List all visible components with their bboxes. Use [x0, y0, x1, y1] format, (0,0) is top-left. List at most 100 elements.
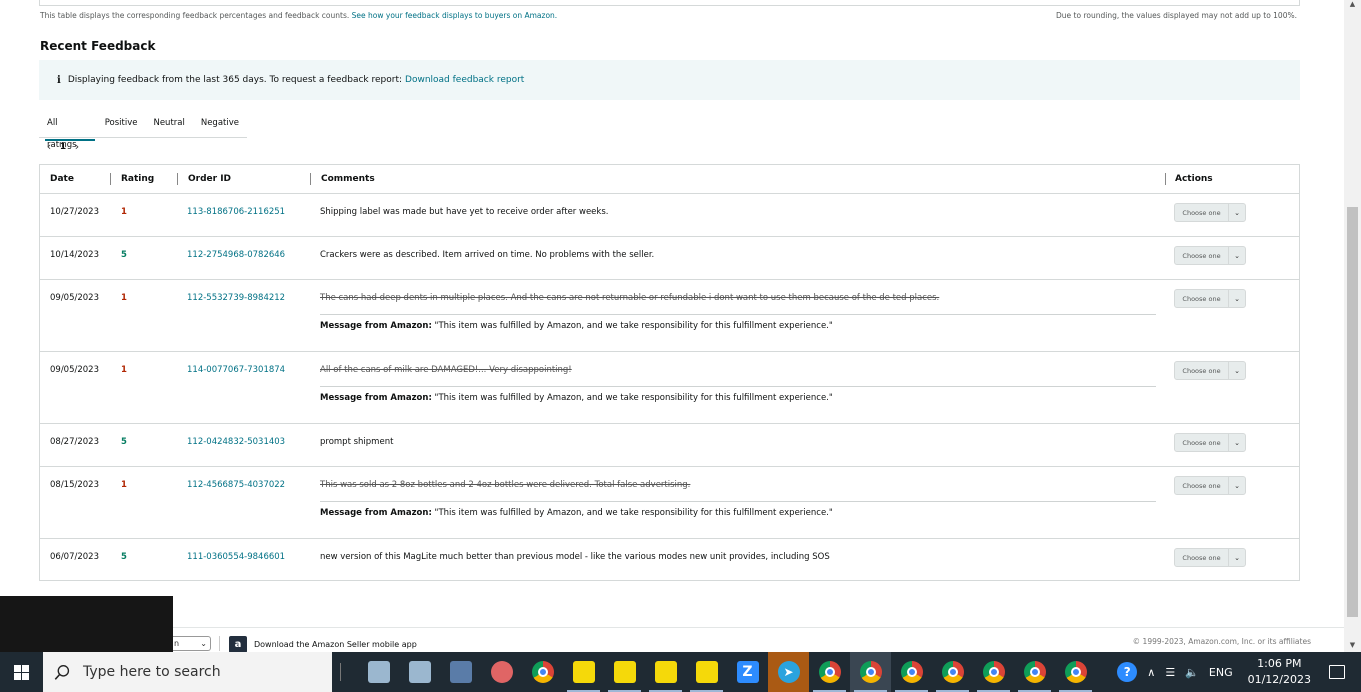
start-button[interactable] — [0, 652, 43, 692]
table-note-text: This table displays the corresponding fe… — [40, 11, 350, 20]
taskbar-chrome[interactable] — [522, 652, 563, 692]
language-indicator[interactable]: ENG — [1209, 666, 1233, 679]
action-dropdown[interactable]: Choose one ⌄ — [1174, 246, 1246, 265]
feedback-rating: 5 — [121, 250, 127, 260]
action-label: Choose one — [1182, 553, 1221, 562]
tab-negative[interactable]: Negative — [193, 112, 247, 137]
feedback-comment: prompt shipment — [320, 437, 394, 447]
table-note: This table displays the corresponding fe… — [40, 11, 557, 20]
page-scrollbar[interactable]: ▲ ▼ — [1344, 0, 1361, 652]
order-id-link[interactable]: 113-8186706-2116251 — [187, 207, 285, 217]
clock[interactable]: 1:06 PM 01/12/2023 — [1248, 656, 1311, 688]
zoom-icon: Z — [736, 661, 759, 683]
chrome-icon — [1064, 661, 1087, 683]
message-prefix: Message from Amazon: — [320, 321, 432, 331]
taskbar-chrome-8[interactable] — [1055, 652, 1096, 692]
col-divider — [110, 173, 111, 185]
chevron-down-icon: ⌄ — [200, 639, 207, 648]
next-page-icon[interactable]: › — [71, 140, 83, 153]
feedback-date: 08/27/2023 — [50, 437, 99, 447]
order-id-link[interactable]: 112-5532739-8984212 — [187, 293, 285, 303]
help-icon[interactable]: ? — [1117, 662, 1138, 682]
feedback-display-link[interactable]: See how your feedback displays to buyers… — [352, 11, 558, 20]
language-select[interactable]: n ⌄ — [171, 636, 211, 651]
scroll-up-icon[interactable]: ▲ — [1344, 0, 1361, 14]
copyright: © 1999-2023, Amazon.com, Inc. or its aff… — [1132, 637, 1311, 646]
current-page[interactable]: 1 — [55, 142, 71, 152]
taskbar-chrome-7[interactable] — [1014, 652, 1055, 692]
chevron-up-icon[interactable]: ∧ — [1147, 666, 1155, 679]
order-id-link[interactable]: 112-0424832-5031403 — [187, 437, 285, 447]
calculator-icon — [449, 661, 472, 683]
chevron-down-icon: ⌄ — [1234, 366, 1240, 375]
feedback-date: 09/05/2023 — [50, 365, 99, 375]
chevron-down-icon: ⌄ — [1234, 208, 1240, 217]
action-dropdown[interactable]: Choose one ⌄ — [1174, 361, 1246, 380]
taskbar-search[interactable]: Type here to search — [43, 652, 332, 692]
col-order-id[interactable]: Order ID — [188, 165, 231, 193]
volume-icon[interactable]: 🔈 — [1185, 666, 1199, 679]
action-dropdown[interactable]: Choose one ⌄ — [1174, 203, 1246, 222]
chevron-down-icon: ⌄ — [1234, 251, 1240, 260]
col-date[interactable]: Date — [50, 165, 74, 193]
network-icon[interactable]: ☰ — [1165, 666, 1175, 679]
feedback-date: 09/05/2023 — [50, 293, 99, 303]
action-dropdown[interactable]: Choose one ⌄ — [1174, 289, 1246, 308]
order-id-link[interactable]: 112-4566875-4037022 — [187, 480, 285, 490]
feedback-table: Date Rating Order ID Comments Actions 1 0… — [39, 164, 1300, 581]
action-dropdown[interactable]: Choose one ⌄ — [1174, 433, 1246, 452]
mobile-app-link[interactable]: a Download the Amazon Seller mobile app — [229, 636, 417, 652]
overlay-panel — [0, 596, 173, 652]
download-report-link[interactable]: Download feedback report — [405, 75, 524, 85]
prev-page-icon[interactable]: ‹ — [43, 140, 55, 153]
taskbar-chrome-3[interactable] — [850, 652, 891, 692]
taskbar-chrome-2[interactable] — [809, 652, 850, 692]
taskbar-paint[interactable] — [481, 652, 522, 692]
action-dropdown[interactable]: Choose one ⌄ — [1174, 548, 1246, 567]
message-text: "This item was fulfilled by Amazon, and … — [434, 393, 833, 403]
notification-icon[interactable] — [1329, 665, 1345, 679]
chevron-down-icon: ⌄ — [1234, 553, 1240, 562]
scroll-thumb[interactable] — [1347, 207, 1358, 617]
tab-positive[interactable]: Positive — [97, 112, 146, 137]
taskbar-telegram[interactable]: ➤ — [768, 652, 809, 692]
action-label: Choose one — [1182, 366, 1221, 375]
feedback-rating: 1 — [121, 365, 127, 375]
col-rating[interactable]: Rating — [121, 165, 154, 193]
notepad-icon — [408, 661, 431, 683]
feedback-rating: 1 — [121, 293, 127, 303]
tab-all-ratings[interactable]: All ratings — [39, 112, 97, 150]
taskbar-notepad-2[interactable] — [399, 652, 440, 692]
table-row: 09/05/2023 1 112-5532739-8984212 The cans h… — [40, 280, 1299, 352]
tab-neutral[interactable]: Neutral — [145, 112, 192, 137]
taskbar-chrome-4[interactable] — [891, 652, 932, 692]
taskbar-chrome-5[interactable] — [932, 652, 973, 692]
feedback-comment: Shipping label was made but have yet to … — [320, 207, 609, 217]
windows-logo-icon — [14, 664, 29, 680]
taskbar-zoom[interactable]: Z — [727, 652, 768, 692]
taskbar-sticky-2[interactable] — [604, 652, 645, 692]
action-label: Choose one — [1182, 294, 1221, 303]
feedback-rating: 1 — [121, 207, 127, 217]
taskbar-sticky-3[interactable] — [645, 652, 686, 692]
paint-icon — [490, 661, 513, 683]
taskbar-chrome-6[interactable] — [973, 652, 1014, 692]
feedback-rating: 5 — [121, 552, 127, 562]
table-row: 08/27/2023 5 112-0424832-5031403 prompt shi… — [40, 424, 1299, 467]
action-dropdown[interactable]: Choose one ⌄ — [1174, 476, 1246, 495]
scroll-down-icon[interactable]: ▼ — [1344, 638, 1361, 652]
message-prefix: Message from Amazon: — [320, 393, 432, 403]
feedback-comment: Crackers were as described. Item arrived… — [320, 250, 655, 260]
taskbar-sticky-1[interactable] — [563, 652, 604, 692]
previous-panel-edge — [39, 0, 1300, 6]
message-divider — [320, 314, 1156, 315]
taskbar-calculator[interactable] — [440, 652, 481, 692]
order-id-link[interactable]: 111-0360554-9846601 — [187, 552, 285, 562]
amazon-message: Message from Amazon: "This item was fulf… — [320, 321, 833, 331]
taskbar-notepad[interactable] — [358, 652, 399, 692]
taskbar-sticky-4[interactable] — [686, 652, 727, 692]
table-header: Date Rating Order ID Comments Actions — [40, 165, 1299, 194]
col-divider — [310, 173, 311, 185]
order-id-link[interactable]: 112-2754968-0782646 — [187, 250, 285, 260]
order-id-link[interactable]: 114-0077067-7301874 — [187, 365, 285, 375]
